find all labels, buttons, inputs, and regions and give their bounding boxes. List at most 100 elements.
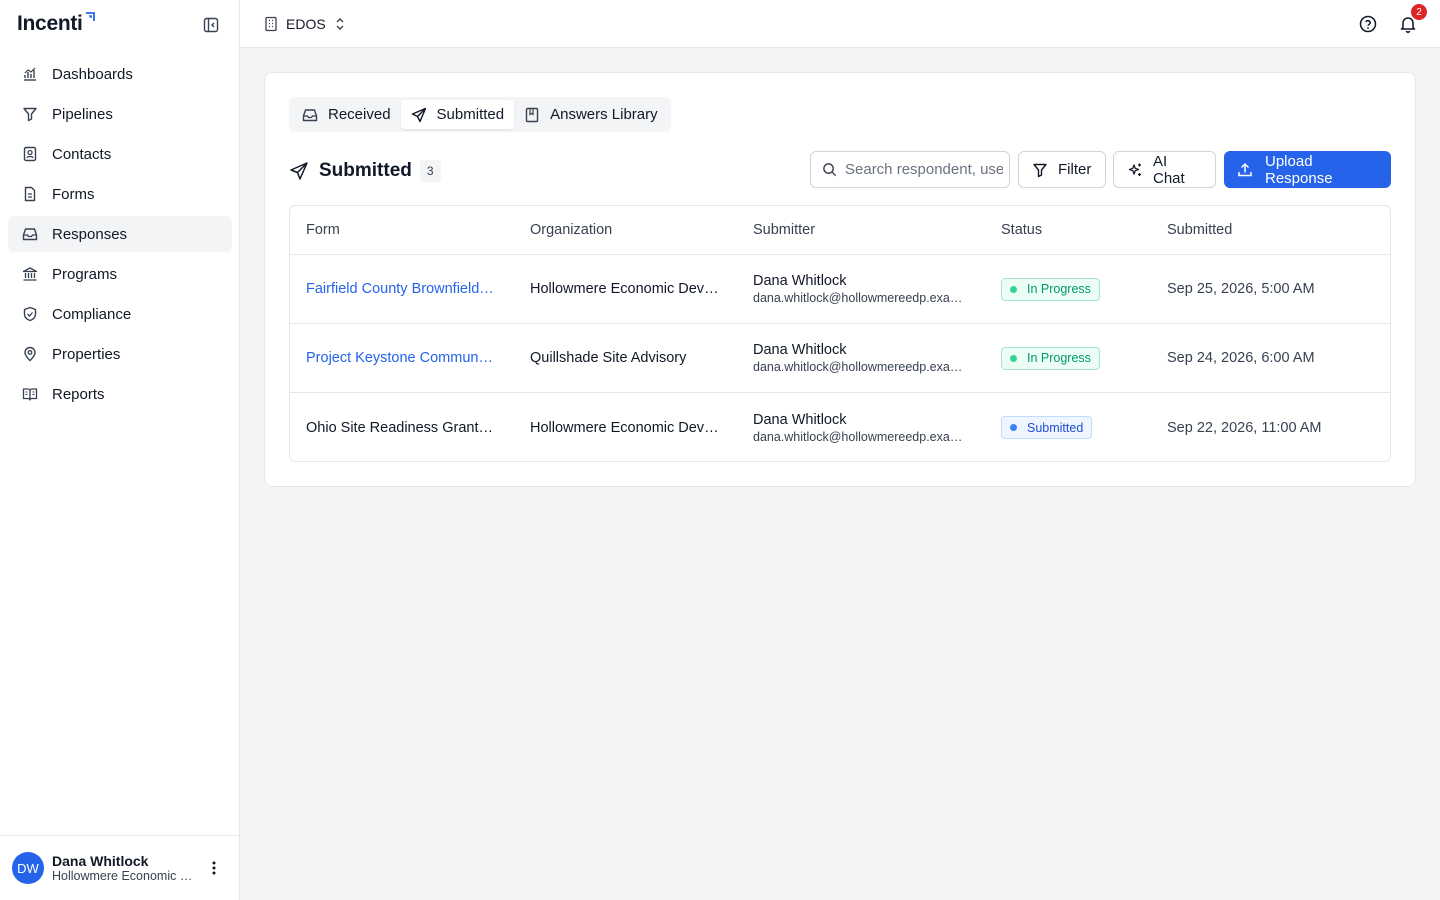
search-box[interactable] xyxy=(810,151,1010,188)
status-badge: Submitted xyxy=(1001,416,1093,439)
send-icon xyxy=(411,107,427,123)
submitter-email: dana.whitlock@hollowmereedp.example.com xyxy=(753,291,968,305)
submitter-name: Dana Whitlock xyxy=(753,273,847,289)
user-info: Dana Whitlock Hollowmere Economic Develo… xyxy=(52,853,197,883)
organization-cell: Quillshade Site Advisory xyxy=(530,350,687,366)
brand-name: Incenti xyxy=(17,12,83,35)
submissions-table: Form Organization Submitter Status Submi… xyxy=(289,205,1391,462)
filter-button[interactable]: Filter xyxy=(1018,151,1106,188)
status-label: Submitted xyxy=(1027,420,1084,435)
submitter-name: Dana Whitlock xyxy=(753,411,847,428)
avatar: DW xyxy=(12,852,44,884)
submitted-date: Sep 25, 2026, 5:00 AM xyxy=(1167,281,1315,297)
sparkles-icon xyxy=(1127,162,1143,178)
form-name: Ohio Site Readiness Grant Application xyxy=(306,419,496,436)
inbox-icon xyxy=(302,107,318,123)
submitted-date: Sep 22, 2026, 11:00 AM xyxy=(1167,419,1322,436)
send-icon xyxy=(289,161,309,181)
column-header-organization[interactable]: Organization xyxy=(514,222,737,238)
status-dot-icon xyxy=(1010,354,1017,362)
user-profile[interactable]: DW Dana Whitlock Hollowmere Economic Dev… xyxy=(0,835,239,900)
sidebar-item-label: Responses xyxy=(52,225,128,243)
ai-chat-button[interactable]: AI Chat xyxy=(1113,151,1216,188)
inbox-icon xyxy=(20,224,40,244)
status-label: In Progress xyxy=(1027,282,1091,296)
brand-arrow-icon xyxy=(83,12,95,24)
submitter-email: dana.whitlock@hollowmereedp.example.com xyxy=(753,429,968,444)
sidebar-item-label: Pipelines xyxy=(52,105,113,123)
sidebar-item-responses[interactable]: Responses xyxy=(8,216,232,252)
sidebar-item-label: Reports xyxy=(52,385,105,403)
status-badge: In Progress xyxy=(1001,277,1100,301)
responses-card: Received Submitted Answers Library Submi… xyxy=(264,72,1416,487)
search-input[interactable] xyxy=(845,161,1003,178)
status-dot-icon xyxy=(1010,285,1017,293)
tab-label: Answers Library xyxy=(550,106,658,123)
sidebar-item-pipelines[interactable]: Pipelines xyxy=(8,96,232,132)
tab-answers-library[interactable]: Answers Library xyxy=(514,100,668,129)
book-open-icon xyxy=(20,384,40,404)
table-row[interactable]: Project Keystone Community Impact Survey… xyxy=(290,324,1390,393)
column-header-form[interactable]: Form xyxy=(290,222,514,238)
workspace-switcher[interactable]: EDOS xyxy=(264,13,346,35)
sidebar-item-label: Forms xyxy=(52,185,95,203)
workspace-name: EDOS xyxy=(286,16,326,32)
document-icon xyxy=(20,184,40,204)
column-header-submitted[interactable]: Submitted xyxy=(1151,222,1390,238)
book-icon xyxy=(524,107,540,123)
sidebar-item-label: Dashboards xyxy=(52,65,133,83)
table-row[interactable]: Fairfield County Brownfield Redevelopmen… xyxy=(290,255,1390,324)
status-label: In Progress xyxy=(1027,351,1091,365)
count-badge: 3 xyxy=(419,160,441,182)
sidebar-item-label: Properties xyxy=(52,345,121,363)
bank-icon xyxy=(20,264,40,284)
tab-label: Submitted xyxy=(436,106,505,123)
section-header: Submitted 3 xyxy=(289,159,441,183)
sidebar-item-dashboards[interactable]: Dashboards xyxy=(8,56,232,92)
upload-icon xyxy=(1237,162,1253,178)
shield-check-icon xyxy=(20,304,40,324)
building-icon xyxy=(264,16,278,32)
sidebar-item-programs[interactable]: Programs xyxy=(8,256,232,292)
tab-submitted[interactable]: Submitted xyxy=(400,100,515,129)
chevrons-up-down-icon xyxy=(334,17,346,31)
submitted-date: Sep 24, 2026, 6:00 AM xyxy=(1167,350,1315,366)
filter-label: Filter xyxy=(1058,161,1092,178)
table-row[interactable]: Ohio Site Readiness Grant Application Ho… xyxy=(290,393,1390,461)
sidebar-item-properties[interactable]: Properties xyxy=(8,336,232,372)
column-header-submitter[interactable]: Submitter xyxy=(737,222,985,238)
more-vertical-icon[interactable] xyxy=(204,858,224,878)
collapse-sidebar-icon[interactable] xyxy=(200,14,222,36)
upload-label: Upload Response xyxy=(1265,152,1333,187)
notification-badge: 2 xyxy=(1411,4,1427,20)
sidebar-item-label: Programs xyxy=(52,265,118,283)
sidebar-item-label: Contacts xyxy=(52,145,112,163)
table-header: Form Organization Submitter Status Submi… xyxy=(290,206,1390,255)
top-bar: EDOS 2 xyxy=(240,0,1440,48)
help-icon[interactable] xyxy=(1358,14,1378,34)
sidebar-nav: Dashboards Pipelines Contacts Forms Resp… xyxy=(8,56,232,416)
status-dot-icon xyxy=(1010,424,1017,431)
contact-book-icon xyxy=(20,144,40,164)
upload-response-button[interactable]: Upload Response xyxy=(1224,151,1391,188)
column-header-status[interactable]: Status xyxy=(985,222,1151,238)
sidebar-item-reports[interactable]: Reports xyxy=(8,376,232,412)
form-link[interactable]: Fairfield County Brownfield Redevelopmen… xyxy=(306,281,496,297)
sidebar-item-contacts[interactable]: Contacts xyxy=(8,136,232,172)
form-link[interactable]: Project Keystone Community Impact Survey xyxy=(306,350,496,366)
search-icon xyxy=(822,162,837,177)
sidebar-item-forms[interactable]: Forms xyxy=(8,176,232,212)
chart-icon xyxy=(20,64,40,84)
submitter-email: dana.whitlock@hollowmereedp.example.com xyxy=(753,360,968,374)
status-badge: In Progress xyxy=(1001,346,1100,370)
ai-chat-label: AI Chat xyxy=(1153,152,1185,187)
organization-cell: Hollowmere Economic Development Partners… xyxy=(530,281,722,297)
user-org: Hollowmere Economic Development Partners… xyxy=(52,869,197,883)
tab-group: Received Submitted Answers Library xyxy=(289,97,671,132)
funnel-icon xyxy=(1032,162,1048,178)
sidebar: Incenti Dashboards Pipelines Contacts Fo… xyxy=(0,0,240,900)
tab-received[interactable]: Received xyxy=(292,100,401,129)
sidebar-item-compliance[interactable]: Compliance xyxy=(8,296,232,332)
sidebar-item-label: Compliance xyxy=(52,305,132,323)
section-title: Submitted xyxy=(319,160,412,181)
